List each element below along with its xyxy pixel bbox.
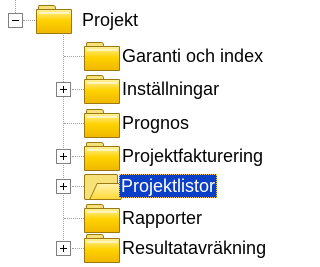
folder-open-icon — [84, 172, 129, 200]
expand-toggle-projektlistor[interactable] — [56, 179, 71, 194]
folder-tree: Projekt Garanti och index Inställningar … — [0, 0, 300, 267]
tree-connector — [72, 89, 84, 90]
tree-connector — [63, 32, 64, 248]
expand-toggle-projektfakturering[interactable] — [56, 149, 71, 164]
tree-item-prognos[interactable]: Prognos — [120, 111, 191, 135]
folder-icon — [84, 142, 120, 171]
folder-icon — [84, 234, 120, 263]
tree-item-installningar[interactable]: Inställningar — [120, 77, 221, 101]
expand-toggle-resultatavrakning[interactable] — [56, 241, 71, 256]
tree-connector — [72, 186, 84, 187]
tree-connector — [15, 0, 16, 13]
tree-connector — [64, 56, 84, 57]
tree-item-resultatavrakning[interactable]: Resultatavräkning — [120, 236, 268, 260]
tree-connector — [23, 20, 35, 21]
folder-icon — [84, 75, 120, 104]
tree-item-projekt[interactable]: Projekt — [80, 8, 140, 32]
tree-connector — [64, 123, 84, 124]
tree-connector — [72, 248, 84, 249]
collapse-toggle-projekt[interactable] — [8, 13, 23, 28]
tree-item-garanti-och-index[interactable]: Garanti och index — [120, 44, 265, 68]
tree-connector — [72, 156, 84, 157]
folder-icon — [84, 109, 120, 138]
tree-item-projektfakturering[interactable]: Projektfakturering — [120, 144, 265, 168]
expand-toggle-installningar[interactable] — [56, 82, 71, 97]
tree-item-projektlistor[interactable]: Projektlistor — [119, 174, 218, 198]
folder-icon — [36, 5, 72, 34]
folder-icon — [84, 204, 120, 233]
tree-item-rapporter[interactable]: Rapporter — [120, 206, 204, 230]
tree-connector — [64, 218, 84, 219]
folder-icon — [84, 42, 120, 71]
